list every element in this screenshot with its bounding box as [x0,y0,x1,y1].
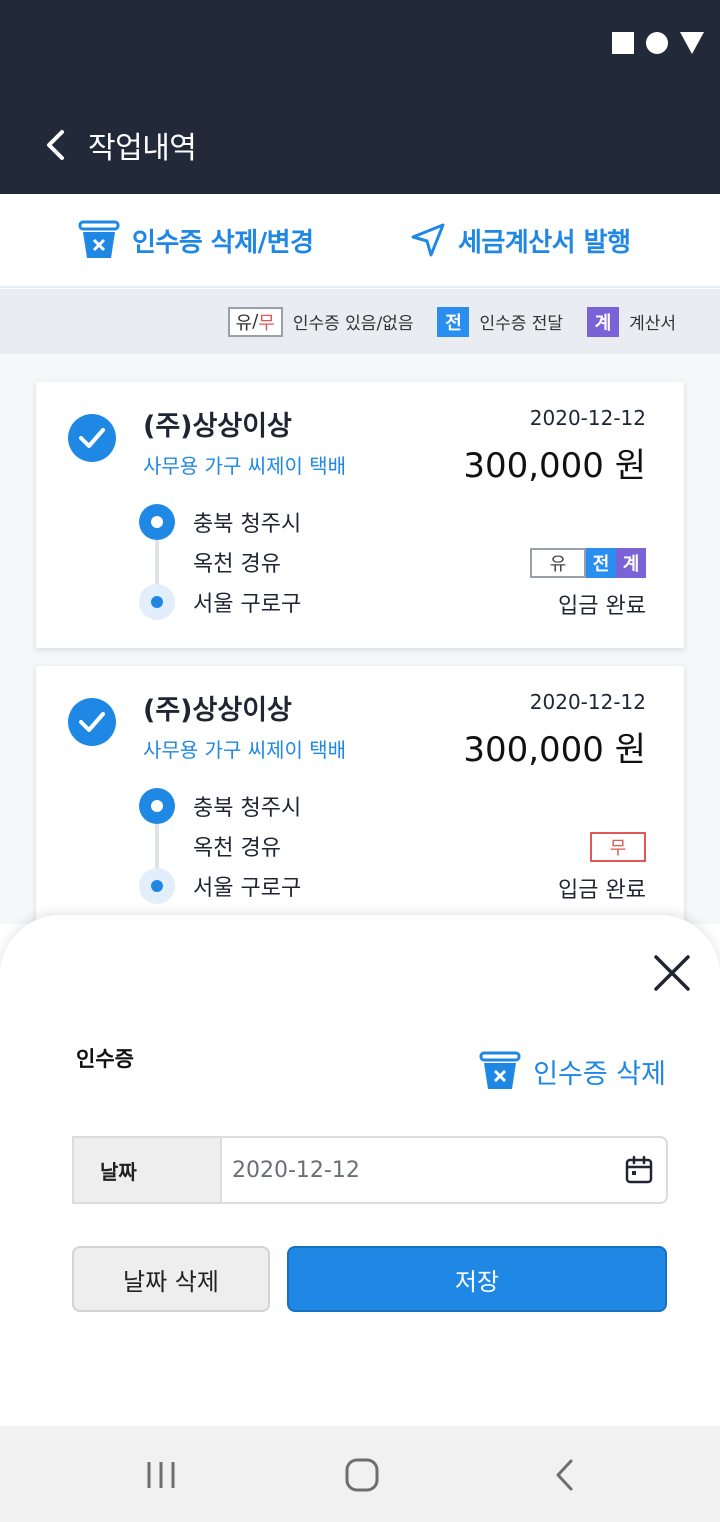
home-button[interactable] [337,1450,387,1500]
legend-receipt-label: 인수증 있음/없음 [292,314,414,334]
legend-mu: 무 [258,312,275,334]
route-via: 옥천 경유 [193,836,281,861]
triangle-icon [680,32,704,54]
destination-dot-icon [139,584,175,620]
order-card[interactable]: (주)상상이상 사무용 가구 씨제이 택배 2020-12-12 300,000… [36,666,684,932]
back-button[interactable] [36,125,76,165]
close-icon[interactable] [652,953,692,993]
receipt-bottom-sheet: 인수증 인수증 삭제 날짜 2020-12-12 날짜 삭제 저장 [0,915,720,1426]
company-name: (주)상상이상 [143,411,292,442]
legend-invoice-badge: 계 [587,306,620,337]
date-value: 2020-12-12 [232,1157,360,1183]
receipt-badge: 무 [590,832,646,862]
square-icon [612,32,634,54]
save-button[interactable]: 저장 [287,1246,667,1312]
route-via: 옥천 경유 [193,552,281,577]
trash-x-icon [78,220,120,258]
sheet-title: 인수증 [76,1047,134,1071]
origin-dot-icon [139,504,175,540]
send-icon [411,223,445,257]
check-icon[interactable] [68,414,116,462]
invoice-badge: 계 [616,548,646,578]
receipt-edit-button[interactable]: 인수증 삭제/변경 [78,194,314,286]
item-description: 사무용 가구 씨제이 택배 [143,454,347,478]
circle-icon [646,32,668,54]
nav-back-button[interactable] [540,1450,590,1500]
payment-status: 입금 완료 [558,594,646,619]
legend-transfer-label: 인수증 전달 [479,314,564,334]
legend-bar: 유 / 무 인수증 있음/없음 전 인수증 전달 계 계산서 [0,289,720,354]
receipt-badge: 유 [530,548,586,578]
legend-transfer-badge: 전 [437,306,470,337]
recent-apps-button[interactable] [136,1450,186,1500]
status-icons [612,32,704,54]
receipt-edit-label: 인수증 삭제/변경 [132,227,314,258]
chevron-left-icon [556,1459,573,1491]
home-icon [345,1458,379,1492]
status-bar [0,0,720,96]
order-list: (주)상상이상 사무용 가구 씨제이 택배 2020-12-12 300,000… [0,354,720,932]
legend-invoice-label: 계산서 [629,314,676,334]
clear-date-button[interactable]: 날짜 삭제 [72,1246,270,1312]
tax-invoice-button[interactable]: 세금계산서 발행 [410,194,631,286]
route-destination: 서울 구로구 [193,592,302,617]
recent-apps-icon [147,1462,175,1488]
action-bar: 인수증 삭제/변경 세금계산서 발행 [0,194,720,288]
item-description: 사무용 가구 씨제이 택배 [143,738,347,762]
trash-x-icon [479,1051,521,1089]
date-field-label: 날짜 [72,1136,220,1204]
status-badges: 무 [590,832,646,862]
system-nav-bar [0,1426,720,1522]
order-card[interactable]: (주)상상이상 사무용 가구 씨제이 택배 2020-12-12 300,000… [36,382,684,648]
order-amount: 300,000 원 [463,446,646,486]
route-destination: 서울 구로구 [193,876,302,901]
chevron-left-icon [47,130,64,160]
calendar-icon[interactable] [624,1155,654,1185]
check-icon[interactable] [68,698,116,746]
status-badges: 유 전 계 [530,548,646,578]
payment-status: 입금 완료 [558,878,646,903]
order-amount: 300,000 원 [463,730,646,770]
order-date: 2020-12-12 [529,406,646,430]
route-origin: 충북 청주시 [193,512,302,537]
route-origin: 충북 청주시 [193,796,302,821]
order-date: 2020-12-12 [529,690,646,714]
date-field: 날짜 2020-12-12 [72,1136,668,1204]
legend-receipt-box: 유 / 무 [227,306,283,337]
page-title: 작업내역 [88,131,197,166]
date-input[interactable]: 2020-12-12 [220,1136,668,1204]
company-name: (주)상상이상 [143,695,292,726]
app-bar: 작업내역 [0,96,720,194]
tax-invoice-label: 세금계산서 발행 [458,227,631,258]
receipt-delete-button[interactable]: 인수증 삭제 [479,1051,666,1091]
origin-dot-icon [139,788,175,824]
receipt-delete-label: 인수증 삭제 [533,1058,666,1090]
legend-yu: 유 [235,312,253,334]
destination-dot-icon [139,868,175,904]
transfer-badge: 전 [586,548,616,578]
